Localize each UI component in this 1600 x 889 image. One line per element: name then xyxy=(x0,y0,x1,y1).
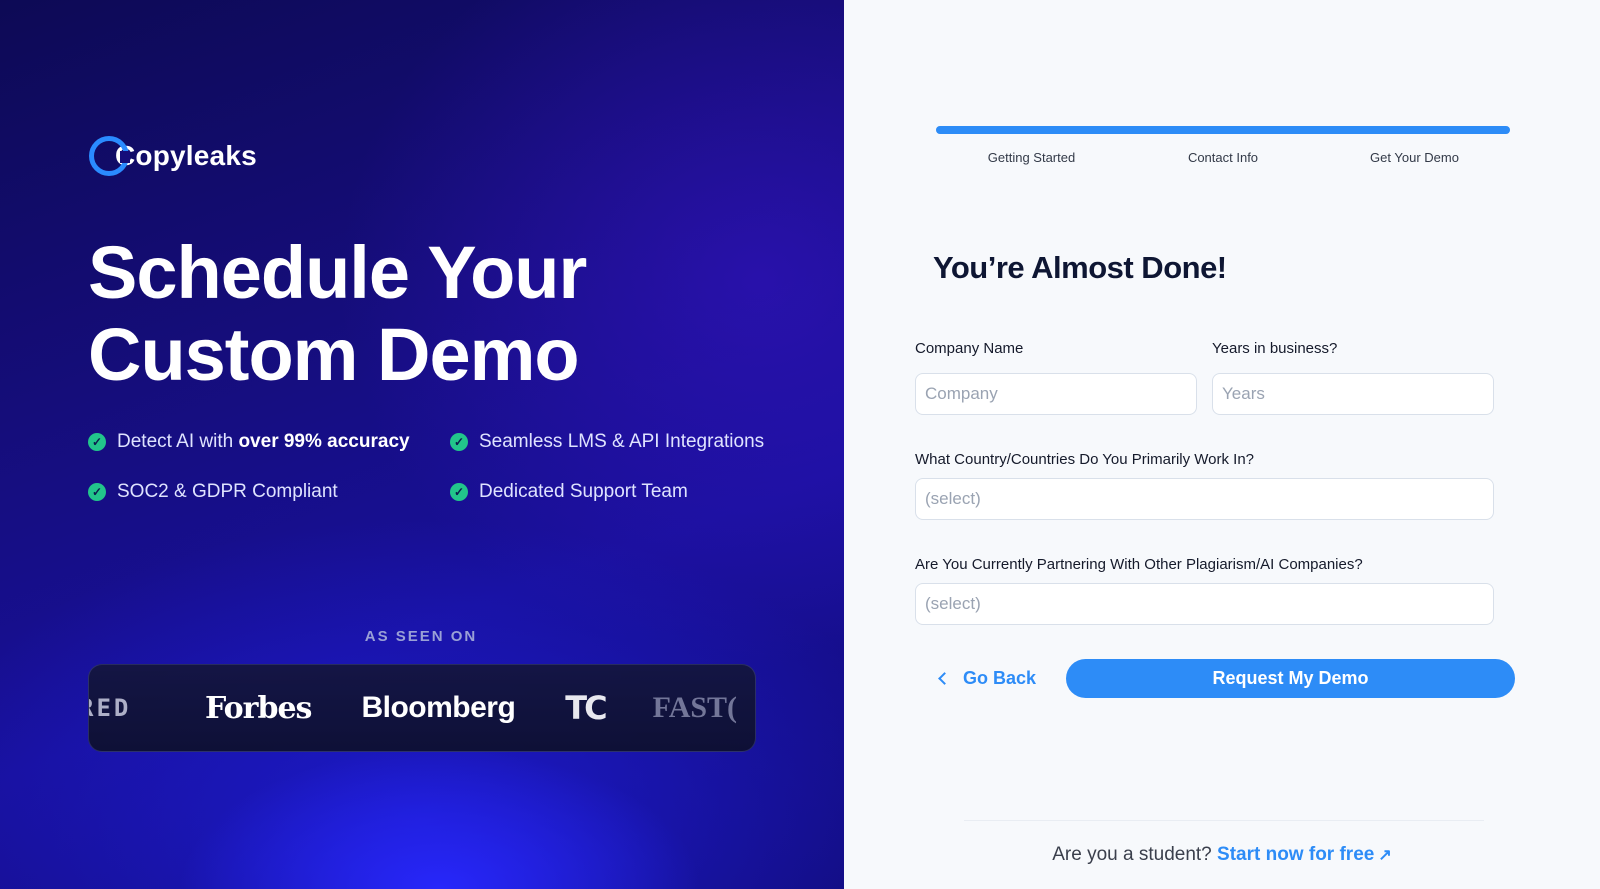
step-getting-started: Getting Started xyxy=(987,150,1076,165)
copyleaks-logo[interactable]: Copyleaks xyxy=(89,136,257,176)
form-title: You’re Almost Done! xyxy=(933,250,1227,285)
wired-logo: RED xyxy=(89,694,132,722)
logo-ring-icon xyxy=(89,136,130,176)
student-prompt: Are you a student? Start now for free ↗ xyxy=(844,844,1600,866)
company-name-label: Company Name xyxy=(915,340,1024,357)
progress-bar-fill xyxy=(936,126,1510,134)
feature-item: ✓ Detect AI with over 99% accuracy xyxy=(88,431,450,452)
feature-list: ✓ Detect AI with over 99% accuracy ✓ Sea… xyxy=(88,431,770,502)
feature-text: Seamless LMS & API Integrations xyxy=(479,431,765,452)
check-circle-icon: ✓ xyxy=(450,483,468,501)
chevron-left-icon xyxy=(938,672,951,685)
company-name-input[interactable]: Company xyxy=(915,373,1197,415)
logo-text: Copyleaks xyxy=(115,140,257,171)
techcrunch-logo: TC xyxy=(565,689,607,727)
feature-item: ✓ SOC2 & GDPR Compliant xyxy=(88,481,450,502)
step-get-your-demo: Get Your Demo xyxy=(1370,150,1459,165)
forbes-logo: Forbes xyxy=(205,690,312,726)
step-contact-info: Contact Info xyxy=(1187,150,1259,165)
feature-item: ✓ Seamless LMS & API Integrations xyxy=(450,431,770,452)
headline-line-1: Schedule Your xyxy=(88,231,587,314)
country-select[interactable]: (select) xyxy=(915,478,1494,520)
request-demo-button[interactable]: Request My Demo xyxy=(1066,659,1515,698)
fast-company-logo: FAST( xyxy=(652,691,738,724)
check-circle-icon: ✓ xyxy=(88,483,106,501)
years-in-business-label: Years in business? xyxy=(1212,340,1338,357)
country-label: What Country/Countries Do You Primarily … xyxy=(915,451,1255,468)
headline-line-2: Custom Demo xyxy=(88,313,580,396)
bloomberg-logo: Bloomberg xyxy=(361,691,516,724)
feature-item: ✓ Dedicated Support Team xyxy=(450,481,770,502)
form-panel: Getting Started Contact Info Get Your De… xyxy=(844,0,1600,889)
start-free-link[interactable]: Start now for free ↗ xyxy=(1217,844,1392,865)
partnering-select[interactable]: (select) xyxy=(915,583,1494,625)
partnering-label: Are You Currently Partnering With Other … xyxy=(915,556,1363,573)
as-seen-on-label: AS SEEN ON xyxy=(364,628,478,645)
go-back-button[interactable]: Go Back xyxy=(938,668,1037,689)
left-panel: Copyleaks Schedule Your Custom Demo ✓ De… xyxy=(0,0,844,889)
years-in-business-input[interactable]: Years xyxy=(1212,373,1494,415)
check-circle-icon: ✓ xyxy=(88,433,106,451)
go-back-label: Go Back xyxy=(963,668,1037,688)
feature-text: Detect AI with over 99% accuracy xyxy=(117,431,410,452)
student-question: Are you a student? xyxy=(1052,844,1212,865)
external-arrow-icon: ↗ xyxy=(1378,847,1392,864)
check-circle-icon: ✓ xyxy=(450,433,468,451)
progress-bar xyxy=(936,126,1510,134)
page-headline: Schedule Your Custom Demo xyxy=(88,232,788,396)
feature-text: SOC2 & GDPR Compliant xyxy=(117,481,338,502)
progress-steps: Getting Started Contact Info Get Your De… xyxy=(936,150,1510,165)
footer-divider xyxy=(964,820,1484,821)
feature-text: Dedicated Support Team xyxy=(479,481,688,502)
press-logo-carousel: RED Forbes Bloomberg TC FAST( xyxy=(88,664,756,752)
